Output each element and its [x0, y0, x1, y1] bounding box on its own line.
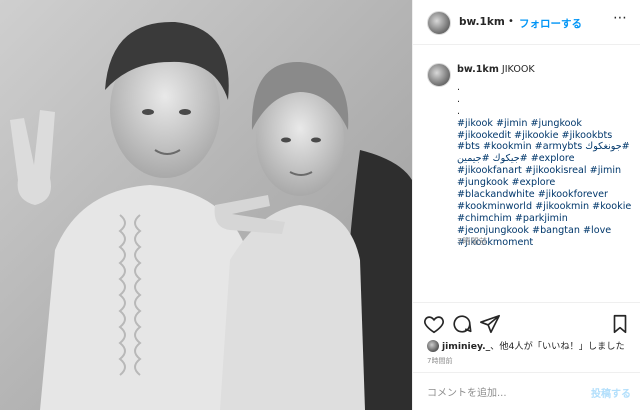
caption-dot: .	[457, 81, 461, 93]
likes-text[interactable]: 、他4人が「いいね！」しました	[490, 341, 624, 352]
caption-timestamp: 7時間前	[457, 237, 488, 246]
hashtag-link[interactable]: #parkjimin	[515, 213, 568, 224]
hashtag-link[interactable]: #jeonjungkook	[457, 225, 529, 236]
author-avatar[interactable]	[427, 11, 451, 35]
hashtag-link[interactable]: #blackandwhite	[457, 189, 535, 200]
author-username[interactable]: bw.1km	[459, 16, 505, 28]
hashtag-link[interactable]: #kookmin	[483, 141, 532, 152]
follow-button[interactable]: フォローする	[519, 16, 582, 31]
hashtag-link[interactable]: #jimin	[496, 118, 527, 129]
share-icon[interactable]	[479, 313, 501, 335]
hashtag-link[interactable]: #جيكوك	[493, 153, 528, 164]
hashtag-link[interactable]: #chimchim	[457, 213, 512, 224]
separator-dot: •	[508, 16, 514, 27]
comment-icon[interactable]	[451, 313, 473, 335]
caption-avatar[interactable]	[427, 63, 451, 87]
hashtag-link[interactable]: #armybts	[535, 141, 583, 152]
caption-username[interactable]: bw.1km	[457, 64, 499, 75]
hashtag-link[interactable]: #جونغكوك	[585, 141, 629, 152]
hashtag-link[interactable]: #jimin	[590, 165, 621, 176]
hashtag-link[interactable]: #kookminworld	[457, 201, 532, 212]
hashtag-link[interactable]: #jikookbts	[562, 130, 613, 141]
hashtag-link[interactable]: #jungkook	[457, 177, 508, 188]
post-comment-button[interactable]: 投稿する	[591, 385, 631, 400]
hashtag-link[interactable]: #jikook	[457, 118, 493, 129]
caption: bw.1km JIKOOK . . . #jikook #jimin #jung…	[457, 64, 633, 249]
hashtag-link[interactable]: #explore	[512, 177, 556, 188]
comment-bar: 投稿する	[413, 372, 640, 410]
hashtag-link[interactable]: #jikookisreal	[525, 165, 587, 176]
hashtag-link[interactable]: #jikookedit	[457, 130, 511, 141]
hashtag-link[interactable]: #kookie	[592, 201, 631, 212]
hashtag-link[interactable]: #جيمين	[457, 153, 490, 164]
post-photo[interactable]	[0, 0, 412, 410]
hashtag-link[interactable]: #bts	[457, 141, 480, 152]
hashtag-link[interactable]: #jikookforever	[538, 189, 608, 200]
caption-dot: .	[457, 93, 461, 105]
hashtag-list: #jikook #jimin #jungkook #jikookedit #ji…	[457, 118, 633, 249]
hashtag-link[interactable]: #jungkook	[530, 118, 581, 129]
photo-illustration	[0, 0, 412, 410]
hashtag-link[interactable]: #explore	[531, 153, 575, 164]
hashtag-link[interactable]: #jikookie	[514, 130, 558, 141]
hashtag-link[interactable]: #jikookmin	[535, 201, 589, 212]
liker-username[interactable]: jiminiey._	[442, 341, 490, 352]
hashtag-link[interactable]: #bangtan	[532, 225, 580, 236]
action-bar	[413, 302, 640, 342]
more-horizontal-icon[interactable]: ⋯	[613, 10, 628, 26]
caption-text: JIKOOK	[501, 64, 535, 75]
likes-summary: jiminiey._、他4人が「いいね！」しました	[427, 338, 625, 352]
bookmark-icon[interactable]	[609, 313, 631, 335]
post-header: bw.1km • フォローする ⋯	[413, 0, 640, 45]
caption-dot: .	[457, 105, 461, 117]
heart-icon[interactable]	[423, 313, 445, 335]
liker-avatar[interactable]	[427, 340, 439, 352]
caption-dots: . . .	[457, 82, 633, 118]
post-sidebar: bw.1km • フォローする ⋯ bw.1km JIKOOK . . . #j…	[412, 0, 640, 410]
instagram-post-modal: bw.1km • フォローする ⋯ bw.1km JIKOOK . . . #j…	[0, 0, 640, 410]
hashtag-link[interactable]: #love	[583, 225, 611, 236]
comment-input[interactable]	[425, 383, 579, 403]
hashtag-link[interactable]: #jikookfanart	[457, 165, 522, 176]
post-timestamp[interactable]: 7時間前	[427, 356, 452, 366]
